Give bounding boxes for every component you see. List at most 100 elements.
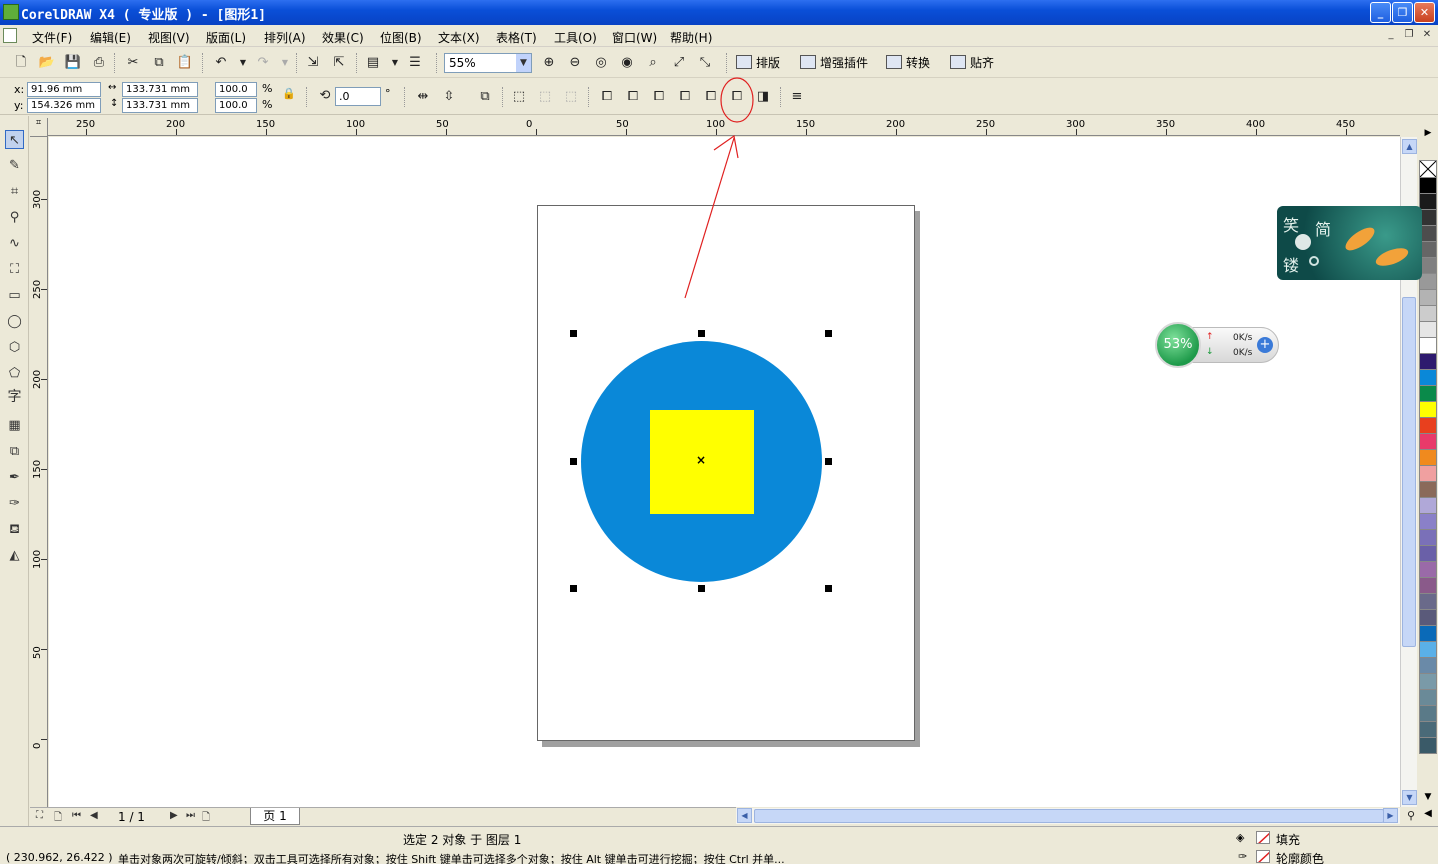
width-field[interactable]: 133.731 mm	[122, 82, 198, 97]
zoom-page-icon[interactable]: ⌕	[644, 54, 662, 72]
convert-button[interactable]: 转换	[886, 54, 930, 71]
color-swatch[interactable]	[1419, 178, 1437, 194]
menu-effects[interactable]: 效果(C)	[322, 29, 364, 46]
page-tab[interactable]: 页 1	[250, 808, 300, 825]
undo-dropdown-icon[interactable]: ▼	[234, 54, 252, 72]
palette-flyout-icon[interactable]: ◀	[1419, 808, 1437, 824]
close-button[interactable]: ✕	[1414, 2, 1435, 23]
color-swatch[interactable]	[1419, 306, 1437, 322]
menu-help[interactable]: 帮助(H)	[670, 29, 712, 46]
rotation-angle-field[interactable]: .0	[335, 87, 381, 106]
add-icon[interactable]: +	[1257, 337, 1273, 353]
zoom-width-icon[interactable]: ⤢	[670, 54, 688, 72]
ruler-origin[interactable]: ⌗	[30, 118, 48, 137]
color-swatch[interactable]	[1419, 418, 1437, 434]
color-swatch[interactable]	[1419, 498, 1437, 514]
rotate-icon[interactable]: ⟲	[316, 87, 334, 105]
selection-handle-bottom[interactable]	[698, 585, 705, 592]
color-swatch[interactable]	[1419, 194, 1437, 210]
color-swatch[interactable]	[1419, 402, 1437, 418]
color-swatch[interactable]	[1419, 738, 1437, 754]
color-swatch[interactable]	[1419, 562, 1437, 578]
network-speed-meter[interactable]: 53% ↑ 0K/s ↓ 0K/s +	[1153, 322, 1281, 368]
zoom-selected-icon[interactable]: ◎	[592, 54, 610, 72]
previous-page-icon[interactable]: ◀	[90, 810, 98, 821]
combine-icon[interactable]: ⬚	[510, 88, 528, 106]
scale-height-field[interactable]: 100.0	[215, 98, 257, 113]
simplify-icon[interactable]: ⧠	[676, 88, 694, 106]
scroll-left-icon[interactable]: ◀	[737, 808, 752, 823]
shape-tool-icon[interactable]: ✎	[5, 156, 24, 175]
color-swatch[interactable]	[1419, 450, 1437, 466]
minimize-button[interactable]: _	[1370, 2, 1391, 23]
selection-handle-top-right[interactable]	[825, 330, 832, 337]
interactive-fill-tool-icon[interactable]: ◭	[5, 546, 24, 565]
export-icon[interactable]: ⇱	[330, 54, 348, 72]
menu-arrange[interactable]: 排列(A)	[264, 29, 306, 46]
navigator-icon[interactable]: ⛶	[36, 810, 43, 821]
palette-scroll-down-icon[interactable]: ▼	[1419, 792, 1437, 806]
color-swatch[interactable]	[1419, 274, 1437, 290]
color-swatch[interactable]	[1419, 530, 1437, 546]
doc-restore-button[interactable]: ❐	[1402, 29, 1416, 42]
cut-icon[interactable]: ✂	[124, 54, 142, 72]
horizontal-scroll-thumb[interactable]	[754, 809, 1384, 823]
smart-fill-tool-icon[interactable]: ⛶	[5, 260, 24, 279]
color-swatch[interactable]	[1419, 354, 1437, 370]
text-tool-icon[interactable]: 字	[5, 388, 24, 407]
color-swatch[interactable]	[1419, 594, 1437, 610]
drawing-canvas[interactable]: ×	[49, 137, 1400, 807]
menu-window[interactable]: 窗口(W)	[612, 29, 657, 46]
no-color-swatch[interactable]	[1419, 160, 1437, 178]
selection-center-marker[interactable]: ×	[695, 454, 707, 466]
color-swatch[interactable]	[1419, 674, 1437, 690]
color-swatch[interactable]	[1419, 658, 1437, 674]
weld-icon[interactable]: ⧠	[598, 88, 616, 106]
back-minus-front-icon[interactable]: ⧠	[728, 88, 746, 106]
basic-shapes-tool-icon[interactable]: ⬠	[5, 364, 24, 383]
document-icon[interactable]	[3, 28, 17, 43]
desktop-fish-widget[interactable]: 笑 简 镂	[1277, 206, 1422, 280]
menu-text[interactable]: 文本(X)	[438, 29, 480, 46]
color-swatch[interactable]	[1419, 338, 1437, 354]
menu-file[interactable]: 文件(F)	[32, 29, 72, 46]
menu-table[interactable]: 表格(T)	[496, 29, 537, 46]
outline-swatch-none[interactable]	[1256, 850, 1270, 863]
selection-handle-bottom-right[interactable]	[825, 585, 832, 592]
polygon-tool-icon[interactable]: ⬡	[5, 338, 24, 357]
enhance-plugin-button[interactable]: 增强插件	[800, 54, 868, 71]
selection-handle-top-left[interactable]	[570, 330, 577, 337]
vertical-scroll-thumb[interactable]	[1402, 297, 1416, 647]
last-page-icon[interactable]: ⏭	[186, 810, 195, 821]
outline-tool-icon[interactable]: ✑	[5, 494, 24, 513]
add-page-before-icon[interactable]: 🗋	[54, 810, 62, 827]
color-swatch[interactable]	[1419, 578, 1437, 594]
import-icon[interactable]: ⇲	[304, 54, 322, 72]
align-distribute-icon[interactable]: ≡	[788, 88, 806, 106]
memory-usage-ball[interactable]: 53%	[1155, 322, 1201, 368]
ungroup-all-icon[interactable]: ⬚	[562, 88, 580, 106]
zoom-navigator-icon[interactable]: ⚲	[1402, 807, 1420, 825]
palette-scroll-right-icon[interactable]: ▶	[1419, 128, 1437, 142]
table-tool-icon[interactable]: ▦	[5, 416, 24, 435]
interactive-blend-tool-icon[interactable]: ⧉	[5, 442, 24, 461]
color-swatch[interactable]	[1419, 514, 1437, 530]
eyedropper-tool-icon[interactable]: ✒	[5, 468, 24, 487]
color-swatch[interactable]	[1419, 626, 1437, 642]
chevron-down-icon[interactable]: ▼	[516, 54, 531, 72]
freehand-tool-icon[interactable]: ∿	[5, 234, 24, 253]
mirror-horizontal-icon[interactable]: ⇹	[414, 88, 432, 106]
redo-icon[interactable]: ↷	[254, 54, 272, 72]
crop-tool-icon[interactable]: ⌗	[5, 182, 24, 201]
color-swatch[interactable]	[1419, 322, 1437, 338]
create-boundary-icon[interactable]: ◨	[754, 88, 772, 106]
horizontal-scrollbar[interactable]: ◀ ▶	[736, 808, 1400, 824]
height-field[interactable]: 133.731 mm	[122, 98, 198, 113]
color-swatch[interactable]	[1419, 466, 1437, 482]
menu-layout[interactable]: 版面(L)	[206, 29, 246, 46]
color-swatch[interactable]	[1419, 434, 1437, 450]
group-icon[interactable]: ⧉	[476, 88, 494, 106]
menu-tools[interactable]: 工具(O)	[554, 29, 597, 46]
rectangle-tool-icon[interactable]: ▭	[5, 286, 24, 305]
selection-handle-left[interactable]	[570, 458, 577, 465]
